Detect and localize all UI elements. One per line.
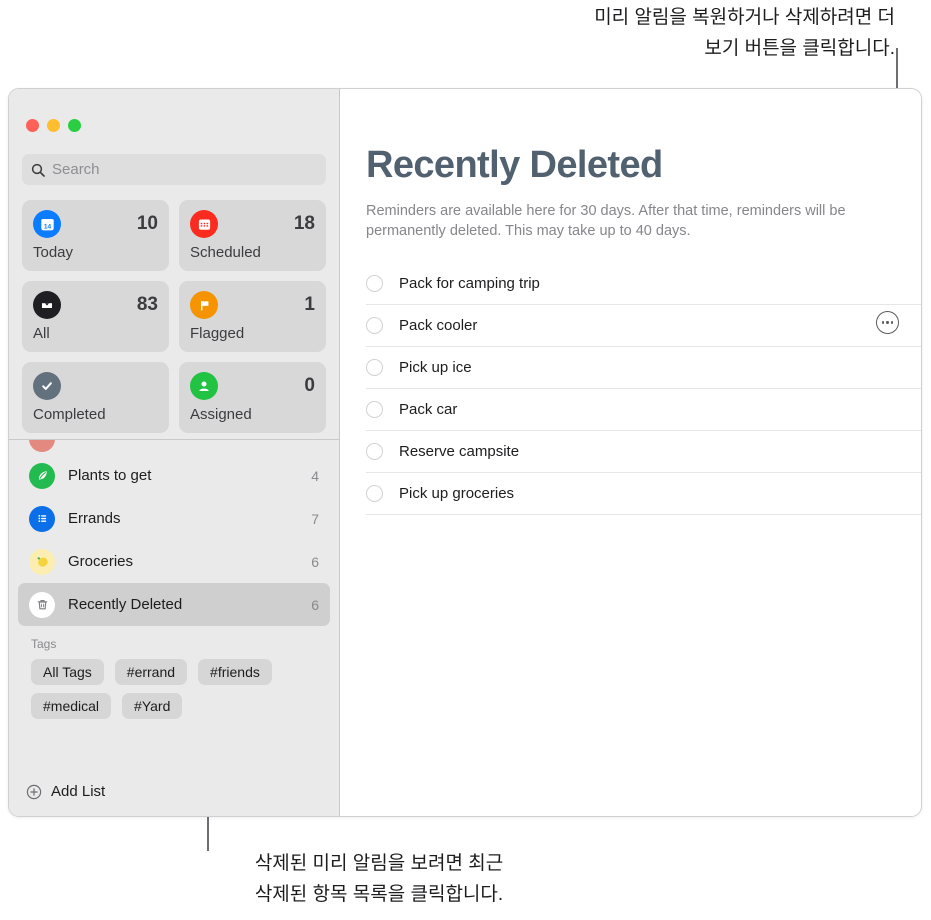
partial-list-icon [29, 440, 55, 452]
list-item-label: Recently Deleted [68, 596, 183, 613]
screenshot-root: 미리 알림을 복원하거나 삭제하려면 더 보기 버튼을 클릭합니다. 삭제된 미… [0, 0, 931, 920]
trash-icon [29, 591, 55, 618]
reminder-complete-circle[interactable] [366, 485, 383, 502]
tag-chip-yard[interactable]: #Yard [122, 693, 183, 719]
page-title: Recently Deleted [366, 144, 663, 186]
main-content: Recently Deleted Reminders are available… [340, 89, 921, 816]
reminder-row[interactable]: Pick up groceries [366, 473, 921, 515]
smart-list-flagged[interactable]: 1 Flagged [179, 281, 326, 352]
flag-icon [190, 291, 218, 319]
list-item-count: 7 [311, 510, 319, 527]
list-item-errands[interactable]: Errands 7 [18, 497, 330, 540]
smart-list-completed[interactable]: Completed [22, 362, 169, 433]
annotation-top-text: 미리 알림을 복원하거나 삭제하려면 더 보기 버튼을 클릭합니다. [594, 7, 895, 59]
smart-list-count: 0 [304, 375, 315, 396]
smart-list-label: Completed [33, 406, 106, 423]
list-icon [29, 505, 55, 532]
smart-list-scheduled[interactable]: 18 Scheduled [179, 200, 326, 271]
smart-list-assigned[interactable]: 0 Assigned [179, 362, 326, 433]
reminder-title: Pack car [399, 401, 458, 418]
ellipsis-dot [886, 321, 889, 324]
reminder-complete-circle[interactable] [366, 317, 383, 334]
list-item-label: Errands [68, 510, 121, 527]
reminder-row[interactable]: Pack car [366, 389, 921, 431]
smart-list-count: 10 [136, 213, 158, 234]
close-button[interactable] [26, 118, 39, 132]
search-field[interactable] [22, 154, 326, 185]
tag-chip-friends[interactable]: #friends [198, 659, 272, 685]
svg-text:14: 14 [43, 223, 51, 230]
reminder-row[interactable]: Reserve campsite [366, 431, 921, 473]
person-icon [190, 372, 218, 400]
reminder-complete-circle[interactable] [366, 359, 383, 376]
list-item-label: Plants to get [68, 467, 152, 484]
tags-heading: Tags [31, 637, 57, 651]
reminders-app-window: 14 10 Today [8, 88, 922, 817]
tag-chip-errand[interactable]: #errand [114, 659, 188, 685]
list-item-recently-deleted[interactable]: Recently Deleted 6 [18, 583, 330, 626]
smart-list-label: Scheduled [190, 244, 261, 261]
calendar-day-icon: 14 [33, 210, 61, 238]
reminder-complete-circle[interactable] [366, 443, 383, 460]
list-item-label: Groceries [68, 553, 134, 570]
reminder-title: Pick up groceries [399, 485, 515, 502]
smart-list-label: All [33, 325, 50, 342]
list-item-count: 6 [311, 596, 319, 613]
list-item-plants-to-get[interactable]: Plants to get 4 [18, 454, 330, 497]
reminder-row[interactable]: Pack for camping trip [366, 263, 921, 305]
ellipsis-dot [881, 321, 885, 324]
lemon-icon [29, 548, 55, 575]
sidebar: 14 10 Today [9, 89, 340, 816]
page-description: Reminders are available here for 30 days… [366, 203, 846, 239]
tag-chip-medical[interactable]: #medical [31, 693, 112, 719]
smart-list-all[interactable]: 83 All [22, 281, 169, 352]
reminder-complete-circle[interactable] [366, 275, 383, 292]
ellipsis-dot [890, 321, 894, 324]
tags-list: All Tags #errand #friends #medical #Yard [31, 659, 317, 719]
reminder-title: Pack cooler [399, 317, 478, 334]
list-item-partial-above[interactable] [9, 440, 339, 454]
tag-chip-all-tags[interactable]: All Tags [31, 659, 104, 685]
list-item-count: 6 [311, 553, 319, 570]
list-item-groceries[interactable]: Groceries 6 [18, 540, 330, 583]
add-list-label: Add List [51, 783, 106, 800]
reminder-title: Pick up ice [399, 359, 472, 376]
tags-section: Tags All Tags #errand #friends #medical … [9, 626, 339, 719]
inbox-tray-icon [33, 291, 61, 319]
reminder-complete-circle[interactable] [366, 401, 383, 418]
leaf-icon [29, 462, 55, 489]
smart-lists-grid: 14 10 Today 18 Scheduled 83 All 1 Flagge… [22, 200, 326, 433]
reminder-title: Reserve campsite [399, 443, 520, 460]
plus-circle-icon [26, 784, 42, 799]
reminder-row[interactable]: Pick up ice [366, 347, 921, 389]
annotation-bottom-text: 삭제된 미리 알림을 보려면 최근 삭제된 항목 목록을 클릭합니다. [254, 853, 504, 905]
add-list-button[interactable]: Add List [9, 783, 339, 816]
user-lists: Plants to get 4 Errands 7 Groceries 6 Re… [9, 454, 339, 626]
smart-list-count: 18 [293, 213, 315, 234]
zoom-button[interactable] [68, 118, 81, 132]
smart-list-today[interactable]: 14 10 Today [22, 200, 169, 271]
search-icon [31, 163, 45, 177]
ellipsis-circle-icon[interactable] [876, 311, 899, 334]
calendar-icon [190, 210, 218, 238]
list-item-count: 4 [311, 467, 319, 484]
checkmark-icon [33, 372, 61, 400]
smart-list-label: Flagged [190, 325, 245, 342]
window-controls [9, 89, 339, 135]
smart-list-label: Assigned [190, 406, 252, 423]
reminders-list: Pack for camping trip Pack cooler Pick u… [366, 263, 921, 515]
reminder-row[interactable]: Pack cooler [366, 305, 921, 347]
search-input[interactable] [52, 161, 317, 178]
smart-list-count: 1 [304, 294, 315, 315]
smart-list-label: Today [33, 244, 74, 261]
minimize-button[interactable] [47, 118, 60, 132]
reminder-title: Pack for camping trip [399, 275, 540, 292]
smart-list-count: 83 [136, 294, 158, 315]
